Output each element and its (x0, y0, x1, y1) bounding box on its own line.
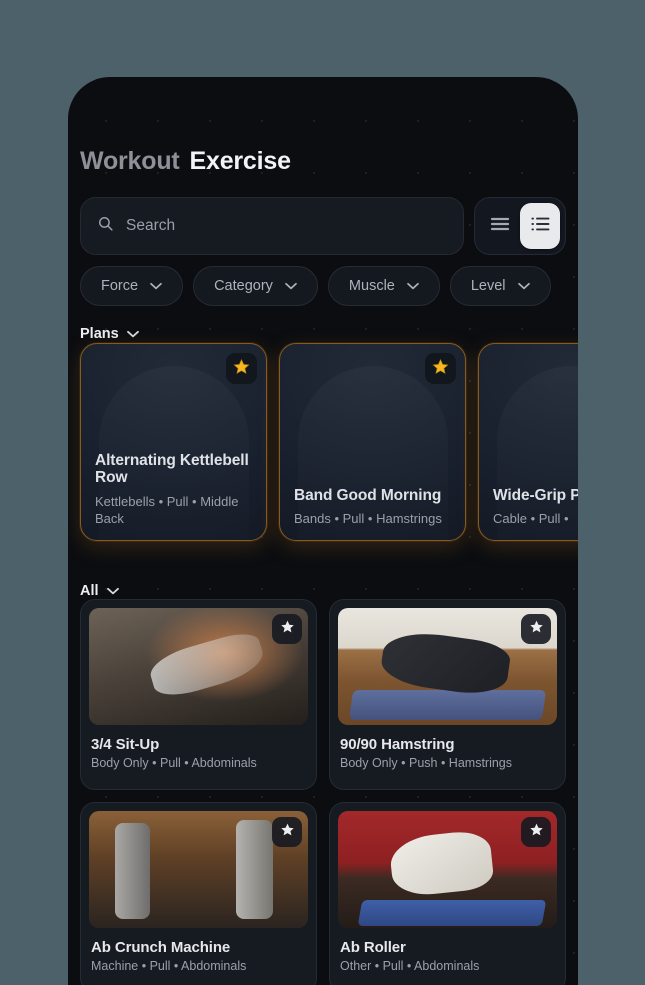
section-header-plans[interactable]: Plans (80, 325, 139, 343)
exercise-thumbnail (89, 811, 308, 928)
exercise-meta: Machine • Pull • Abdominals (91, 959, 247, 973)
star-filled-gold-icon (432, 358, 449, 380)
favorite-button[interactable] (272, 614, 302, 644)
chevron-down-icon (106, 582, 119, 600)
star-icon (280, 619, 295, 639)
exercise-thumbnail (338, 811, 557, 928)
plan-card-text: Wide-Grip Pulldown Cable • Pull • (479, 487, 578, 540)
phone-frame: Workout Exercise Search Force Category M… (68, 77, 578, 985)
exercise-meta: Body Only • Push • Hamstrings (340, 756, 513, 770)
exercise-card[interactable]: 3/4 Sit-Up Body Only • Pull • Abdominals (80, 599, 317, 790)
filter-chip-row: Force Category Muscle Level (80, 266, 578, 306)
filter-chip-label: Muscle (348, 278, 395, 294)
search-input[interactable]: Search (80, 197, 464, 255)
star-icon (529, 822, 544, 842)
exercise-title: 90/90 Hamstring (340, 736, 455, 753)
exercise-grid: 3/4 Sit-Up Body Only • Pull • Abdominals… (80, 599, 566, 985)
plan-card-title: Alternating Kettlebell Row (95, 451, 249, 487)
section-header-all[interactable]: All (80, 582, 119, 600)
section-header-label: All (80, 583, 99, 599)
exercise-card[interactable]: Ab Crunch Machine Machine • Pull • Abdom… (80, 802, 317, 985)
favorite-button[interactable] (272, 817, 302, 847)
search-placeholder: Search (126, 217, 176, 234)
plan-card-meta: Bands • Pull • Hamstrings (294, 511, 442, 527)
filter-chip-level[interactable]: Level (449, 266, 551, 306)
section-header-label: Plans (80, 326, 119, 342)
chevron-down-icon (285, 277, 297, 295)
favorite-button[interactable] (226, 353, 257, 384)
plan-card[interactable]: Alternating Kettlebell Row Kettlebells •… (80, 343, 267, 541)
plan-card-text: Band Good Morning Bands • Pull • Hamstri… (280, 487, 465, 540)
star-filled-gold-icon (233, 358, 250, 380)
view-toggle-list[interactable] (480, 203, 520, 249)
exercise-title: 3/4 Sit-Up (91, 736, 160, 753)
star-icon (529, 619, 544, 639)
plan-card-text: Alternating Kettlebell Row Kettlebells •… (81, 452, 266, 540)
plan-card[interactable]: Wide-Grip Pulldown Cable • Pull • (478, 343, 578, 541)
plan-card-title: Wide-Grip Pulldown (493, 486, 578, 504)
filter-chip-category[interactable]: Category (193, 266, 318, 306)
favorite-button[interactable] (521, 614, 551, 644)
plan-card-title: Band Good Morning (294, 486, 442, 504)
list-detail-icon (530, 216, 550, 237)
filter-chip-label: Level (470, 278, 506, 294)
exercise-thumbnail (338, 608, 557, 725)
hamburger-icon (490, 216, 510, 237)
page-title-strong: Exercise (189, 147, 291, 175)
page-title-muted: Workout (80, 147, 180, 175)
exercise-meta: Body Only • Pull • Abdominals (91, 756, 257, 770)
filter-chip-muscle[interactable]: Muscle (327, 266, 440, 306)
favorite-button[interactable] (521, 817, 551, 847)
chevron-down-icon (407, 277, 419, 295)
view-toggle-group (474, 197, 566, 255)
plans-carousel[interactable]: Alternating Kettlebell Row Kettlebells •… (80, 343, 578, 543)
app-screen: Workout Exercise Search Force Category M… (68, 77, 578, 985)
favorite-button[interactable] (425, 353, 456, 384)
exercise-card[interactable]: 90/90 Hamstring Body Only • Push • Hamst… (329, 599, 566, 790)
star-icon (280, 822, 295, 842)
filter-chip-force[interactable]: Force (80, 266, 184, 306)
filter-chip-label: Force (101, 278, 139, 294)
search-icon (97, 215, 114, 237)
search-row: Search (80, 197, 566, 255)
filter-chip-label: Category (214, 278, 273, 294)
plan-card-meta: Kettlebells • Pull • Middle Back (95, 493, 239, 527)
chevron-down-icon (126, 325, 139, 343)
page-title: Workout Exercise (80, 147, 291, 176)
plan-card[interactable]: Band Good Morning Bands • Pull • Hamstri… (279, 343, 466, 541)
exercise-thumbnail (89, 608, 308, 725)
plan-card-meta: Cable • Pull • (493, 511, 569, 527)
chevron-down-icon (150, 277, 162, 295)
exercise-title: Ab Crunch Machine (91, 939, 231, 956)
exercise-card[interactable]: Ab Roller Other • Pull • Abdominals (329, 802, 566, 985)
exercise-meta: Other • Pull • Abdominals (340, 959, 480, 973)
chevron-down-icon (517, 277, 530, 295)
exercise-title: Ab Roller (340, 939, 406, 956)
view-toggle-detail[interactable] (520, 203, 560, 249)
screenshot-canvas: Workout Exercise Search Force Category M… (0, 0, 645, 985)
